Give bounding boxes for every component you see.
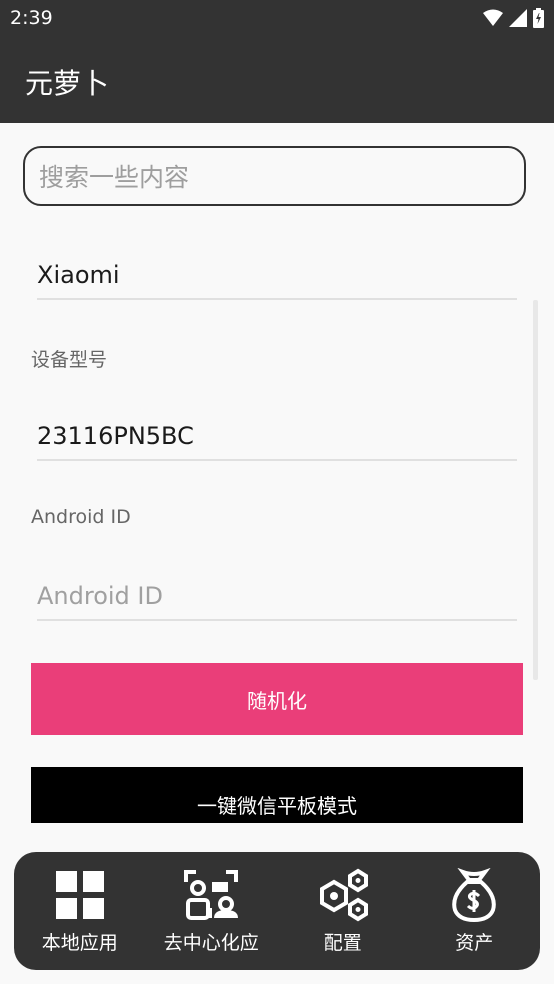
android-id-input[interactable] xyxy=(37,575,517,617)
nav-item-config[interactable]: 配置 xyxy=(280,852,405,970)
app-title: 元萝卜 xyxy=(25,67,110,100)
nav-item-assets[interactable]: 资产 xyxy=(412,852,537,970)
brand-input[interactable] xyxy=(37,254,517,296)
wechat-tablet-mode-button[interactable]: 一键微信平板模式 xyxy=(31,767,523,823)
money-bag-icon xyxy=(452,867,496,922)
android-id-field[interactable] xyxy=(37,575,517,621)
search-input[interactable] xyxy=(37,148,511,206)
brand-field[interactable] xyxy=(37,254,517,300)
status-bar: 2:39 xyxy=(0,0,554,38)
search-box[interactable] xyxy=(23,146,526,206)
nav-label: 去中心化应 xyxy=(163,931,259,954)
devices-icon xyxy=(184,869,239,920)
wifi-icon xyxy=(483,9,503,26)
nav-item-decentralized-apps[interactable]: 去中心化应 xyxy=(149,852,274,970)
nav-label: 资产 xyxy=(455,931,494,954)
nav-item-local-apps[interactable]: 本地应用 xyxy=(17,852,142,970)
hexagon-settings-icon xyxy=(319,868,368,921)
grid-apps-icon xyxy=(55,870,104,919)
signal-icon xyxy=(509,9,527,27)
model-field[interactable] xyxy=(37,415,517,461)
app-bar: 元萝卜 xyxy=(0,38,554,123)
battery-icon xyxy=(533,8,544,28)
model-label: 设备型号 xyxy=(31,349,108,371)
status-icons xyxy=(483,8,544,28)
nav-label: 本地应用 xyxy=(41,931,118,954)
model-input[interactable] xyxy=(37,415,517,457)
bottom-nav: 本地应用 去中心化应 配置 资产 xyxy=(14,852,540,970)
android-id-label: Android ID xyxy=(31,506,131,528)
nav-label: 配置 xyxy=(323,931,362,954)
scrollbar[interactable] xyxy=(533,300,538,680)
status-time: 2:39 xyxy=(10,7,53,29)
randomize-button[interactable]: 随机化 xyxy=(31,663,523,735)
